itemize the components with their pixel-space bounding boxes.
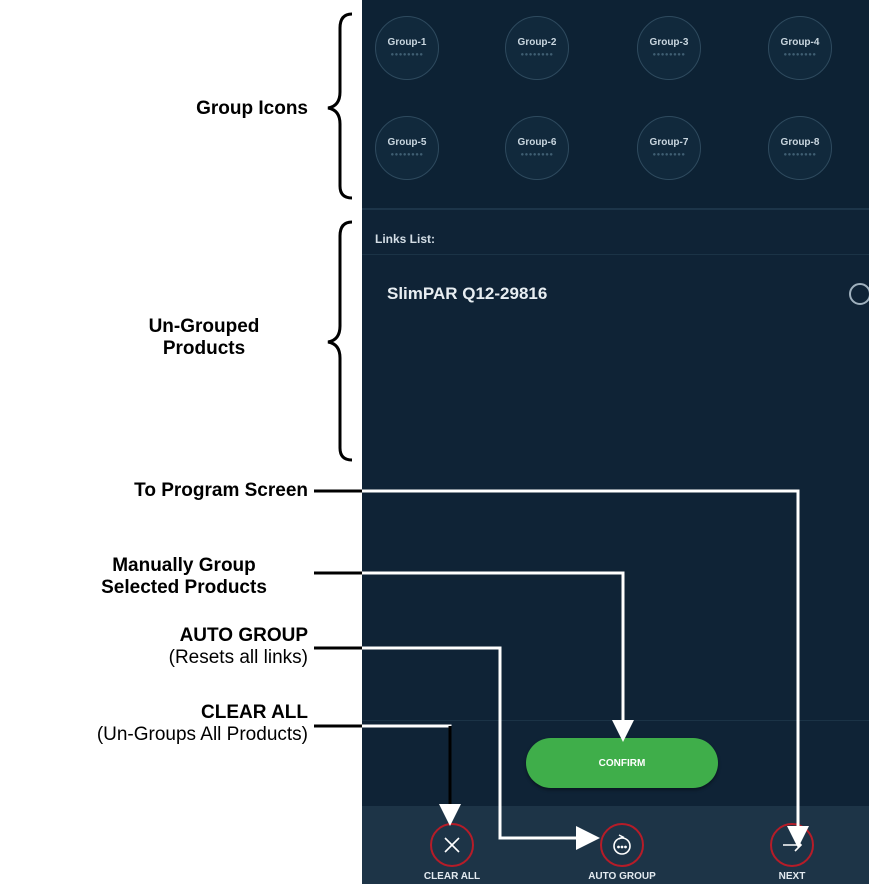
group-dots: ●●●●●●●● (652, 52, 686, 58)
group-2-button[interactable]: Group-2 ●●●●●●●● (505, 16, 569, 80)
select-radio[interactable] (849, 283, 869, 305)
confirm-area: CONFIRM (362, 720, 869, 801)
link-item-name: SlimPAR Q12-29816 (387, 284, 548, 303)
group-dots: ●●●●●●●● (520, 52, 554, 58)
group-label: Group-6 (517, 137, 557, 148)
clear-all-label: CLEAR ALL (423, 871, 481, 882)
annotation-text: Un-Grouped (148, 316, 260, 337)
annotation-text: To Program Screen (134, 480, 308, 501)
group-4-button[interactable]: Group-4 ●●●●●●●● (768, 16, 832, 80)
annotation-text: Selected Products (101, 577, 267, 598)
group-icons-panel: Group-1 ●●●●●●●● Group-2 ●●●●●●●● Group-… (362, 0, 869, 210)
group-label: Group-3 (649, 37, 689, 48)
annotation-group-icons: Group Icons (100, 98, 308, 120)
group-label: Group-5 (387, 137, 427, 148)
annotation-subtext: (Resets all links) (168, 647, 308, 668)
group-6-button[interactable]: Group-6 ●●●●●●●● (505, 116, 569, 180)
annotation-to-program: To Program Screen (60, 480, 308, 502)
confirm-button[interactable]: CONFIRM (526, 738, 718, 788)
annotation-text: Manually Group (112, 555, 256, 576)
group-dots: ●●●●●●●● (783, 152, 817, 158)
arrow-right-icon (770, 823, 814, 867)
auto-group-button[interactable]: AUTO GROUP (562, 806, 682, 884)
annotation-ungrouped: Un-Grouped Products (100, 316, 308, 360)
divider (362, 254, 869, 255)
group-dots: ●●●●●●●● (390, 152, 424, 158)
links-list-heading: Links List: (375, 232, 436, 246)
bottom-action-bar: CLEAR ALL AUTO GROUP NEXT (362, 806, 869, 884)
close-icon (430, 823, 474, 867)
annotation-auto-group: AUTO GROUP (Resets all links) (60, 625, 308, 669)
group-3-button[interactable]: Group-3 ●●●●●●●● (637, 16, 701, 80)
group-dots: ●●●●●●●● (652, 152, 686, 158)
app-screen: Group-1 ●●●●●●●● Group-2 ●●●●●●●● Group-… (362, 0, 869, 884)
annotation-manual-group: Manually Group Selected Products (60, 555, 308, 599)
group-dots: ●●●●●●●● (390, 52, 424, 58)
annotation-text: AUTO GROUP (179, 625, 308, 646)
group-dots: ●●●●●●●● (783, 52, 817, 58)
group-dots: ●●●●●●●● (520, 152, 554, 158)
group-7-button[interactable]: Group-7 ●●●●●●●● (637, 116, 701, 180)
brace-group-icons (327, 12, 353, 200)
annotation-text: Products (162, 338, 246, 359)
links-list-panel: Links List: SlimPAR Q12-29816 (362, 210, 869, 720)
auto-group-label: AUTO GROUP (588, 871, 656, 882)
next-button[interactable]: NEXT (732, 806, 852, 884)
clear-all-button[interactable]: CLEAR ALL (392, 806, 512, 884)
annotation-clear-all: CLEAR ALL (Un-Groups All Products) (0, 702, 308, 746)
group-label: Group-8 (780, 137, 820, 148)
next-label: NEXT (778, 871, 806, 882)
link-list-item[interactable]: SlimPAR Q12-29816 (362, 278, 869, 312)
group-1-button[interactable]: Group-1 ●●●●●●●● (375, 16, 439, 80)
group-label: Group-4 (780, 37, 820, 48)
annotation-text: CLEAR ALL (201, 702, 308, 723)
group-label: Group-7 (649, 137, 689, 148)
annotation-text: Group Icons (196, 98, 308, 119)
annotation-subtext: (Un-Groups All Products) (96, 724, 308, 745)
auto-group-icon (600, 823, 644, 867)
group-label: Group-2 (517, 37, 557, 48)
group-8-button[interactable]: Group-8 ●●●●●●●● (768, 116, 832, 180)
brace-ungrouped (327, 220, 353, 462)
group-5-button[interactable]: Group-5 ●●●●●●●● (375, 116, 439, 180)
group-label: Group-1 (387, 37, 427, 48)
